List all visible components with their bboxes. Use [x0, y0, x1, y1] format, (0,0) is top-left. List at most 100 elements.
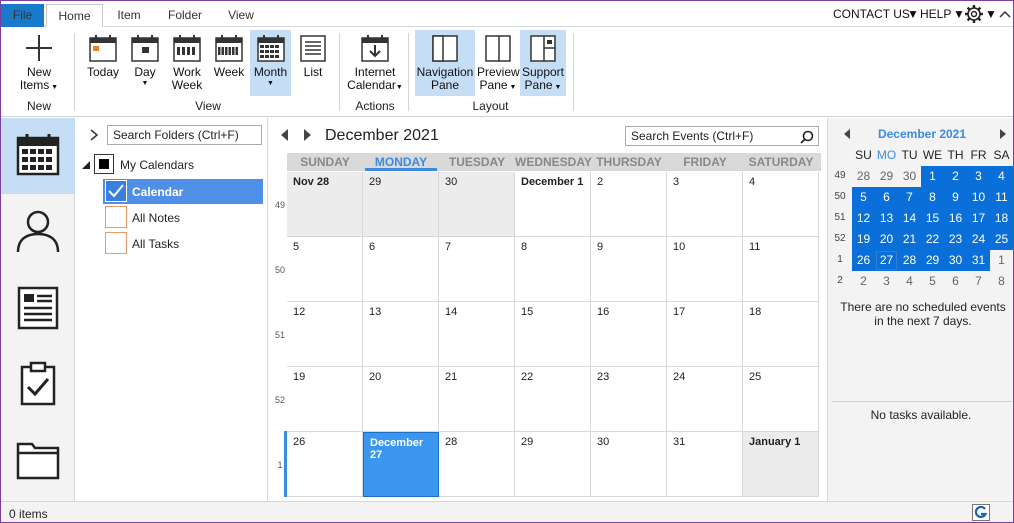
mini-day-cell[interactable]: 17: [967, 208, 990, 229]
day-cell[interactable]: 16: [591, 302, 667, 367]
mini-day-cell[interactable]: 29: [875, 166, 898, 187]
mini-day-cell[interactable]: 11: [990, 187, 1013, 208]
today-button[interactable]: Today: [83, 30, 123, 96]
mini-day-cell[interactable]: 28: [852, 166, 875, 187]
collapse-ribbon-icon[interactable]: [999, 1, 1011, 27]
mini-day-cell[interactable]: 8: [990, 271, 1013, 292]
mini-day-cell[interactable]: 19: [852, 229, 875, 250]
day-cell[interactable]: 25: [743, 367, 819, 432]
all-notes-checkbox[interactable]: [105, 206, 127, 228]
day-cell[interactable]: January 1: [743, 432, 819, 497]
day-cell[interactable]: 31: [667, 432, 743, 497]
mini-day-cell[interactable]: 12: [852, 208, 875, 229]
mini-day-cell[interactable]: 6: [875, 187, 898, 208]
folder-item-calendar[interactable]: Calendar: [103, 179, 263, 204]
day-cell[interactable]: 29: [515, 432, 591, 497]
mini-day-cell[interactable]: 10: [967, 187, 990, 208]
day-cell[interactable]: 18: [743, 302, 819, 367]
mini-day-cell[interactable]: 8: [921, 187, 944, 208]
notes-module-button[interactable]: [1, 270, 75, 346]
day-cell[interactable]: 7: [439, 237, 515, 302]
new-items-button[interactable]: New Items ▼: [15, 30, 63, 96]
day-cell[interactable]: 29: [363, 172, 439, 237]
mini-day-cell[interactable]: 2: [852, 271, 875, 292]
tab-home[interactable]: Home: [46, 4, 103, 27]
my-calendars-checkbox[interactable]: [94, 154, 114, 174]
g-badge-icon[interactable]: [972, 504, 990, 521]
calendar-checkbox[interactable]: [105, 180, 127, 202]
day-cell[interactable]: 20: [363, 367, 439, 432]
mini-day-cell[interactable]: 23: [944, 229, 967, 250]
day-cell[interactable]: 23: [591, 367, 667, 432]
mini-day-cell[interactable]: 14: [898, 208, 921, 229]
day-cell[interactable]: 2: [591, 172, 667, 237]
navigation-pane-button[interactable]: Navigation Pane: [415, 30, 475, 96]
mini-day-cell[interactable]: 3: [875, 271, 898, 292]
mini-day-cell[interactable]: 18: [990, 208, 1013, 229]
day-cell[interactable]: 5: [287, 237, 363, 302]
chevron-right-icon[interactable]: [89, 129, 99, 141]
day-cell[interactable]: 12: [287, 302, 363, 367]
day-cell[interactable]: 24: [667, 367, 743, 432]
day-cell[interactable]: 30: [439, 172, 515, 237]
mini-day-cell[interactable]: 7: [898, 187, 921, 208]
calendar-module-button[interactable]: [1, 118, 75, 194]
work-week-button[interactable]: Work Week: [167, 30, 207, 96]
mini-day-cell[interactable]: 13: [875, 208, 898, 229]
mini-day-cell[interactable]: 16: [944, 208, 967, 229]
tasks-module-button[interactable]: [1, 346, 75, 422]
day-cell[interactable]: December 27: [363, 432, 439, 497]
help-menu[interactable]: HELP: [920, 1, 951, 27]
expanded-triangle-icon[interactable]: [81, 160, 91, 170]
day-cell[interactable]: 4: [743, 172, 819, 237]
mini-day-cell[interactable]: 30: [944, 250, 967, 271]
mini-day-cell[interactable]: 5: [921, 271, 944, 292]
tab-item[interactable]: Item: [105, 4, 153, 27]
day-cell[interactable]: 6: [363, 237, 439, 302]
folder-item-all-tasks[interactable]: All Tasks: [103, 231, 263, 256]
day-cell[interactable]: 21: [439, 367, 515, 432]
mini-day-cell[interactable]: 5: [852, 187, 875, 208]
next-month-icon[interactable]: [1000, 129, 1006, 139]
day-cell[interactable]: 10: [667, 237, 743, 302]
all-tasks-checkbox[interactable]: [105, 232, 127, 254]
day-cell[interactable]: December 1: [515, 172, 591, 237]
mini-day-cell[interactable]: 26: [852, 250, 875, 271]
gear-icon[interactable]: [964, 1, 984, 27]
day-cell[interactable]: 26: [287, 432, 363, 497]
tab-view[interactable]: View: [217, 4, 265, 27]
mini-day-cell[interactable]: 9: [944, 187, 967, 208]
previous-month-icon[interactable]: [281, 129, 289, 141]
day-view-button[interactable]: Day ▼: [126, 30, 164, 96]
next-month-icon[interactable]: [303, 129, 311, 141]
mini-day-cell[interactable]: 28: [898, 250, 921, 271]
day-cell[interactable]: Nov 28: [287, 172, 363, 237]
day-cell[interactable]: 17: [667, 302, 743, 367]
day-cell[interactable]: 11: [743, 237, 819, 302]
mini-day-cell[interactable]: 15: [921, 208, 944, 229]
day-cell[interactable]: 14: [439, 302, 515, 367]
tab-file[interactable]: File: [1, 4, 44, 27]
contacts-module-button[interactable]: [1, 194, 75, 270]
list-view-button[interactable]: List: [294, 30, 332, 96]
mini-day-cell[interactable]: 3: [967, 166, 990, 187]
folders-module-button[interactable]: [1, 422, 75, 498]
internet-calendar-button[interactable]: Internet Calendar▼: [347, 30, 403, 96]
mini-day-cell[interactable]: 1: [990, 250, 1013, 271]
day-cell[interactable]: 13: [363, 302, 439, 367]
mini-day-cell[interactable]: 7: [967, 271, 990, 292]
mini-day-cell[interactable]: 25: [990, 229, 1013, 250]
week-view-button[interactable]: Week: [210, 30, 248, 96]
mini-day-cell[interactable]: 2: [944, 166, 967, 187]
mini-day-cell[interactable]: 27: [875, 250, 898, 271]
mini-day-cell[interactable]: 4: [898, 271, 921, 292]
search-events-input[interactable]: Search Events (Ctrl+F): [625, 126, 819, 146]
mini-day-cell[interactable]: 21: [898, 229, 921, 250]
mini-day-cell[interactable]: 4: [990, 166, 1013, 187]
mini-day-cell[interactable]: 31: [967, 250, 990, 271]
chevron-down-icon[interactable]: ▼: [985, 1, 997, 27]
mini-day-cell[interactable]: 20: [875, 229, 898, 250]
day-cell[interactable]: 28: [439, 432, 515, 497]
contact-us-menu[interactable]: CONTACT US: [833, 1, 910, 27]
day-cell[interactable]: 15: [515, 302, 591, 367]
